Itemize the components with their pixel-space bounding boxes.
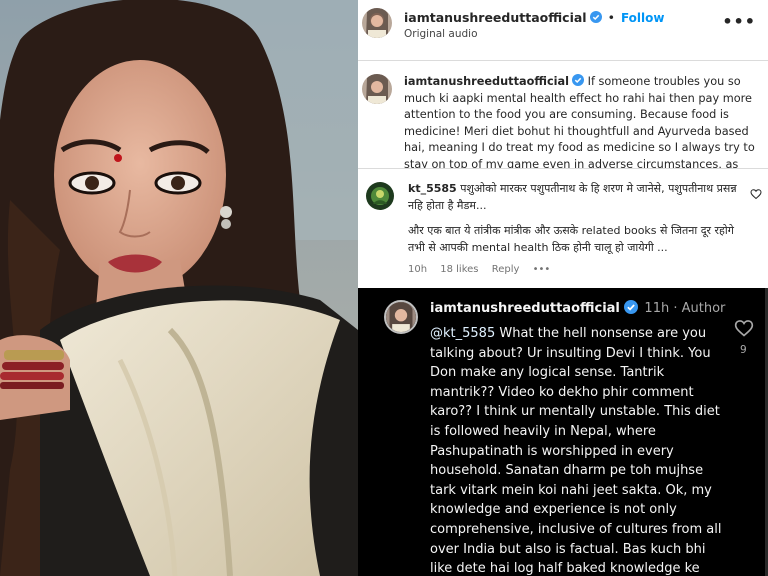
- caption-author-username[interactable]: iamtanushreeduttaofficial: [404, 75, 569, 88]
- profile-photo: [0, 0, 358, 576]
- caption-text-block: iamtanushreeduttaofficial If someone tro…: [404, 74, 760, 168]
- comment-time: 10h: [408, 264, 428, 275]
- original-audio-link[interactable]: Original audio: [404, 28, 478, 40]
- mention-link[interactable]: @kt_5585: [430, 326, 495, 341]
- reply-author-username[interactable]: iamtanushreeduttaofficial: [430, 301, 620, 316]
- reply-button[interactable]: Reply: [492, 264, 520, 275]
- post-author-avatar[interactable]: [362, 8, 392, 38]
- heart-icon[interactable]: [734, 318, 754, 338]
- comment-likes[interactable]: 18 likes: [440, 264, 478, 275]
- post-author-username[interactable]: iamtanushreeduttaofficial: [404, 10, 587, 25]
- comment-text-line-1: kt_5585 पशुओको मारकर पशुपतीनाथ के हि शरण…: [408, 180, 744, 214]
- reply-text-block: @kt_5585 What the hell nonsense are you …: [430, 324, 722, 576]
- instagram-post-panel: iamtanushreeduttaofficial • Follow Origi…: [358, 0, 768, 576]
- divider: [358, 168, 768, 169]
- reply-author-avatar[interactable]: [384, 300, 418, 334]
- reply-text: What the hell nonsense are you talking a…: [430, 326, 722, 576]
- comment-meta: 10h 18 likes Reply •••: [408, 264, 560, 275]
- post-header: iamtanushreeduttaofficial • Follow Origi…: [358, 0, 768, 50]
- separator-dot: •: [607, 10, 615, 25]
- verified-badge-icon: [623, 300, 638, 314]
- caption-text: If someone troubles you so much ki aapki…: [404, 75, 755, 168]
- reply-like-count: 9: [740, 344, 747, 356]
- verified-badge-icon: [572, 74, 585, 86]
- divider: [358, 60, 768, 61]
- verified-badge-icon: [589, 11, 602, 23]
- reply-time: 11h · Author: [644, 301, 726, 316]
- post-author-line: iamtanushreeduttaofficial • Follow: [404, 10, 664, 25]
- heart-icon[interactable]: [750, 188, 762, 200]
- more-options-icon[interactable]: •••: [722, 12, 756, 31]
- comment-more-icon[interactable]: •••: [533, 264, 551, 275]
- comment-item: kt_5585 पशुओको मारकर पशुपतीनाथ के हि शरण…: [358, 170, 768, 288]
- commenter-username[interactable]: kt_5585: [408, 182, 457, 195]
- comment-text-line-2: और एक बात ये तांत्रीक मांत्रीक और ऊसके r…: [408, 224, 734, 254]
- portrait-illustration: [0, 0, 358, 576]
- follow-button[interactable]: Follow: [621, 11, 665, 25]
- post-caption: iamtanushreeduttaofficial If someone tro…: [358, 62, 768, 168]
- comment-text: पशुओको मारकर पशुपतीनाथ के हि शरण मे जाने…: [408, 182, 737, 212]
- caption-author-avatar[interactable]: [362, 74, 392, 104]
- author-reply: iamtanushreeduttaofficial 11h · Author @…: [358, 288, 768, 576]
- commenter-avatar[interactable]: [366, 182, 394, 210]
- reply-author-line: iamtanushreeduttaofficial 11h · Author: [430, 300, 725, 316]
